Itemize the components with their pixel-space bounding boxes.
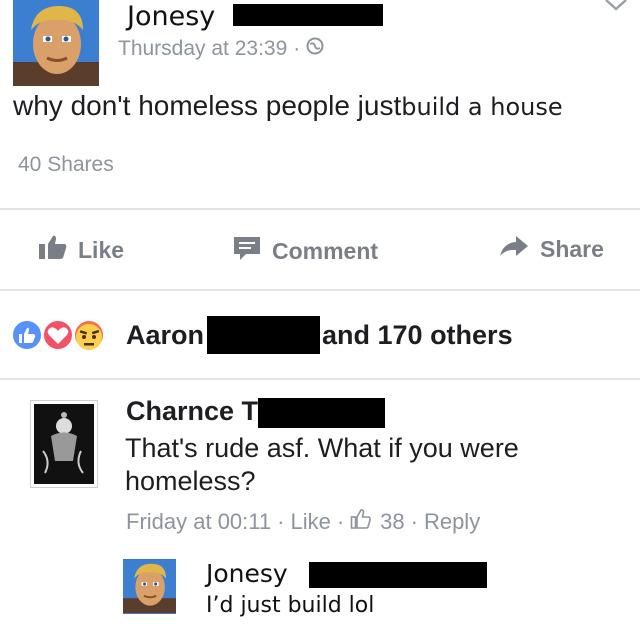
comment-button[interactable]: Comment bbox=[232, 234, 378, 268]
comment-label: Comment bbox=[272, 237, 379, 264]
comment-like-link[interactable]: Like bbox=[290, 509, 330, 535]
post-timestamp[interactable]: Thursday at 23:39 bbox=[118, 37, 287, 61]
commenter-name[interactable]: Charnce T bbox=[126, 396, 258, 427]
reaction-icons[interactable] bbox=[10, 317, 120, 353]
comment-text: That's rude asf. What if you were homele… bbox=[125, 433, 519, 496]
post-text-edited: build a house bbox=[401, 93, 563, 121]
thumbs-up-icon bbox=[38, 234, 68, 266]
thumbs-up-outline-icon bbox=[350, 508, 372, 536]
divider bbox=[0, 208, 640, 210]
meta-separator: · bbox=[410, 509, 418, 534]
commenter-avatar-image bbox=[34, 404, 94, 484]
like-count-value: 38 bbox=[380, 509, 405, 534]
meta-separator: · bbox=[293, 37, 301, 60]
comment-meta: Friday at 00:11 · Like · 38 · Reply bbox=[126, 508, 480, 536]
share-arrow-icon bbox=[498, 234, 530, 264]
redaction-bar bbox=[207, 316, 320, 354]
redaction-bar bbox=[258, 398, 385, 428]
redaction-bar bbox=[233, 4, 383, 26]
like-button[interactable]: Like bbox=[38, 234, 124, 266]
share-button[interactable]: Share bbox=[498, 234, 604, 264]
post-author-avatar[interactable] bbox=[13, 0, 99, 86]
love-reaction-icon bbox=[42, 319, 74, 351]
post-options-chevron-icon[interactable] bbox=[602, 0, 630, 19]
like-label: Like bbox=[78, 236, 125, 263]
reactor-others: and 170 others bbox=[322, 320, 513, 350]
meta-separator: · bbox=[336, 509, 345, 534]
meta-separator: · bbox=[277, 509, 285, 534]
post-text-main: why don't homeless people just bbox=[13, 90, 402, 121]
divider bbox=[0, 289, 640, 291]
speech-bubble-icon bbox=[232, 234, 262, 268]
post-author-name[interactable]: Jonesy bbox=[127, 1, 215, 32]
angry-reaction-icon bbox=[73, 319, 105, 351]
public-globe-icon bbox=[306, 37, 324, 61]
share-label: Share bbox=[540, 235, 604, 262]
jonesy-avatar-icon bbox=[123, 560, 176, 613]
jonesy-avatar-icon bbox=[13, 0, 99, 86]
post-meta: Thursday at 23:39 · bbox=[118, 37, 324, 61]
reply-author-name[interactable]: Jonesy bbox=[206, 559, 288, 588]
commenter-avatar[interactable] bbox=[30, 400, 98, 488]
comment-like-count[interactable]: 38 bbox=[350, 508, 405, 536]
shares-count[interactable]: 40 Shares bbox=[18, 153, 114, 177]
post-text: why don't homeless people justbuild a ho… bbox=[13, 90, 563, 122]
comment-reply-link[interactable]: Reply bbox=[424, 509, 480, 535]
like-reaction-icon bbox=[11, 319, 43, 351]
divider bbox=[0, 378, 640, 380]
reactor-name: Aaron bbox=[126, 320, 205, 350]
redaction-bar bbox=[309, 562, 487, 588]
reply-text: I’d just build lol bbox=[206, 593, 375, 618]
reply-author-avatar[interactable] bbox=[123, 559, 176, 614]
comment-timestamp[interactable]: Friday at 00:11 bbox=[126, 509, 271, 535]
